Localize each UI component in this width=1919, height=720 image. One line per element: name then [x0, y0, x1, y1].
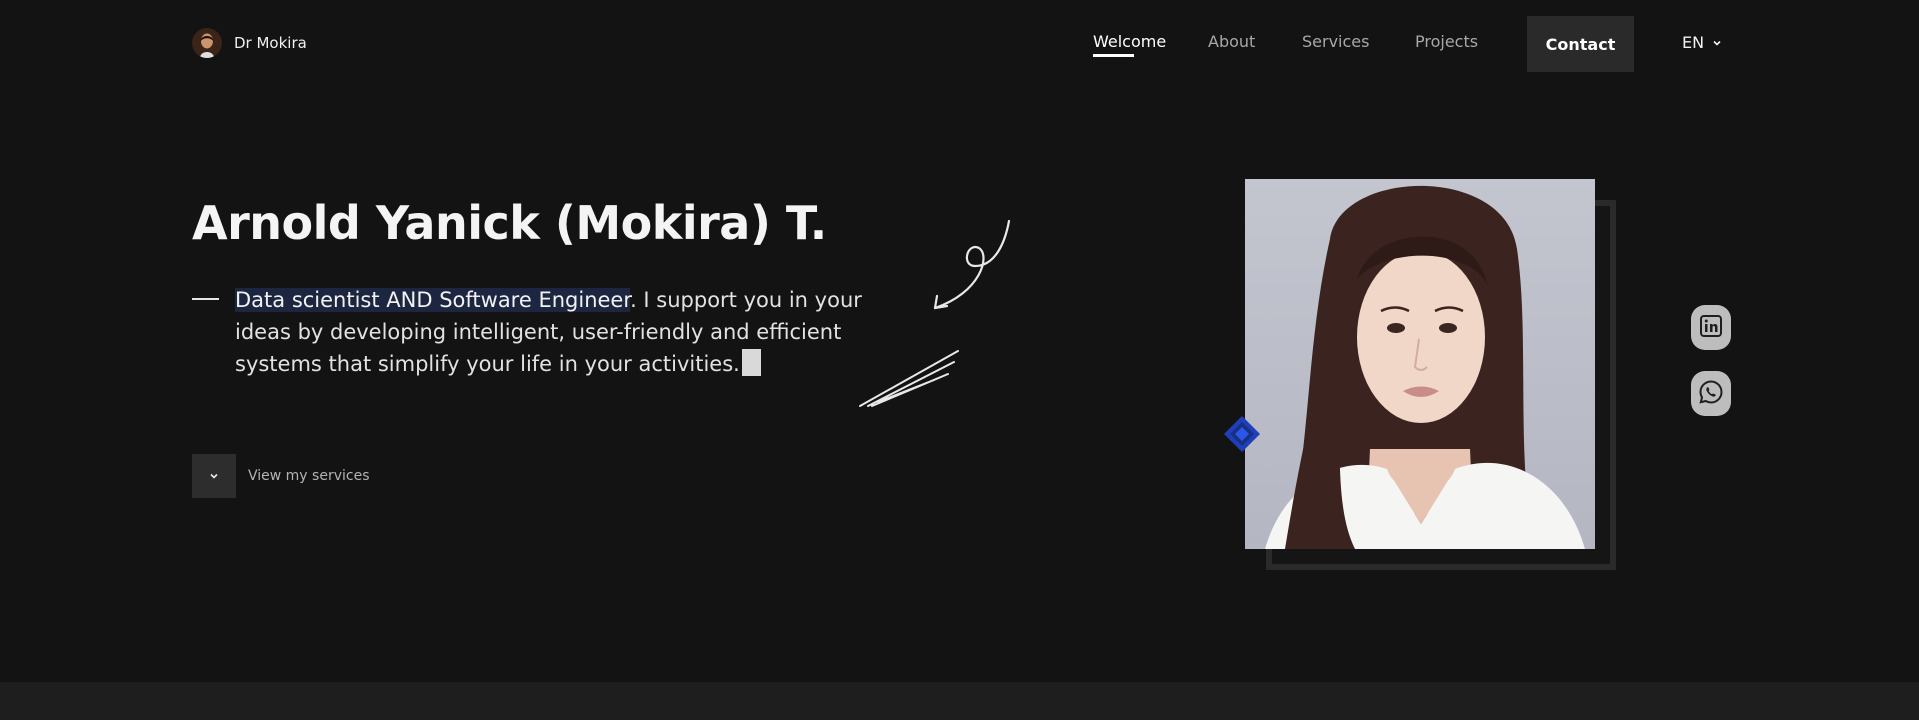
brand-name: Dr Mokira: [234, 34, 307, 52]
scribble-decoration-icon: [859, 350, 959, 407]
nav-link-about[interactable]: About: [1208, 32, 1255, 51]
whatsapp-button[interactable]: [1691, 371, 1731, 416]
tagline-highlight: Data scientist AND Software Engineer: [235, 288, 631, 312]
profile-avatar-icon: [192, 28, 222, 58]
hero-tagline: Data scientist AND Software Engineer. I …: [235, 284, 895, 380]
nav-link-welcome[interactable]: Welcome: [1093, 32, 1166, 51]
typing-cursor: [741, 349, 761, 376]
nav-link-services[interactable]: Services: [1302, 32, 1369, 51]
hero-title: Arnold Yanick (Mokira) T.: [192, 196, 827, 250]
chevron-down-icon: [1712, 33, 1722, 52]
view-services-label: View my services: [248, 468, 370, 484]
language-selector[interactable]: EN: [1682, 33, 1722, 52]
tagline-dash: [192, 298, 219, 300]
linkedin-icon: [1699, 314, 1723, 342]
view-services-button[interactable]: [192, 454, 236, 498]
brand-link[interactable]: Dr Mokira: [192, 28, 307, 58]
nav-active-underline: [1093, 54, 1134, 57]
squiggle-arrow-icon: [933, 219, 1011, 310]
language-label: EN: [1682, 33, 1705, 52]
diamond-accent-icon: [1224, 416, 1260, 452]
next-section-band: [0, 682, 1919, 720]
whatsapp-icon: [1698, 379, 1724, 409]
nav-link-projects[interactable]: Projects: [1415, 32, 1478, 51]
linkedin-button[interactable]: [1691, 305, 1731, 350]
contact-button[interactable]: Contact: [1527, 16, 1634, 72]
top-navbar: Dr Mokira Welcome About Services Project…: [0, 0, 1919, 88]
chevron-down-icon: [208, 467, 220, 486]
profile-photo: [1245, 179, 1595, 549]
